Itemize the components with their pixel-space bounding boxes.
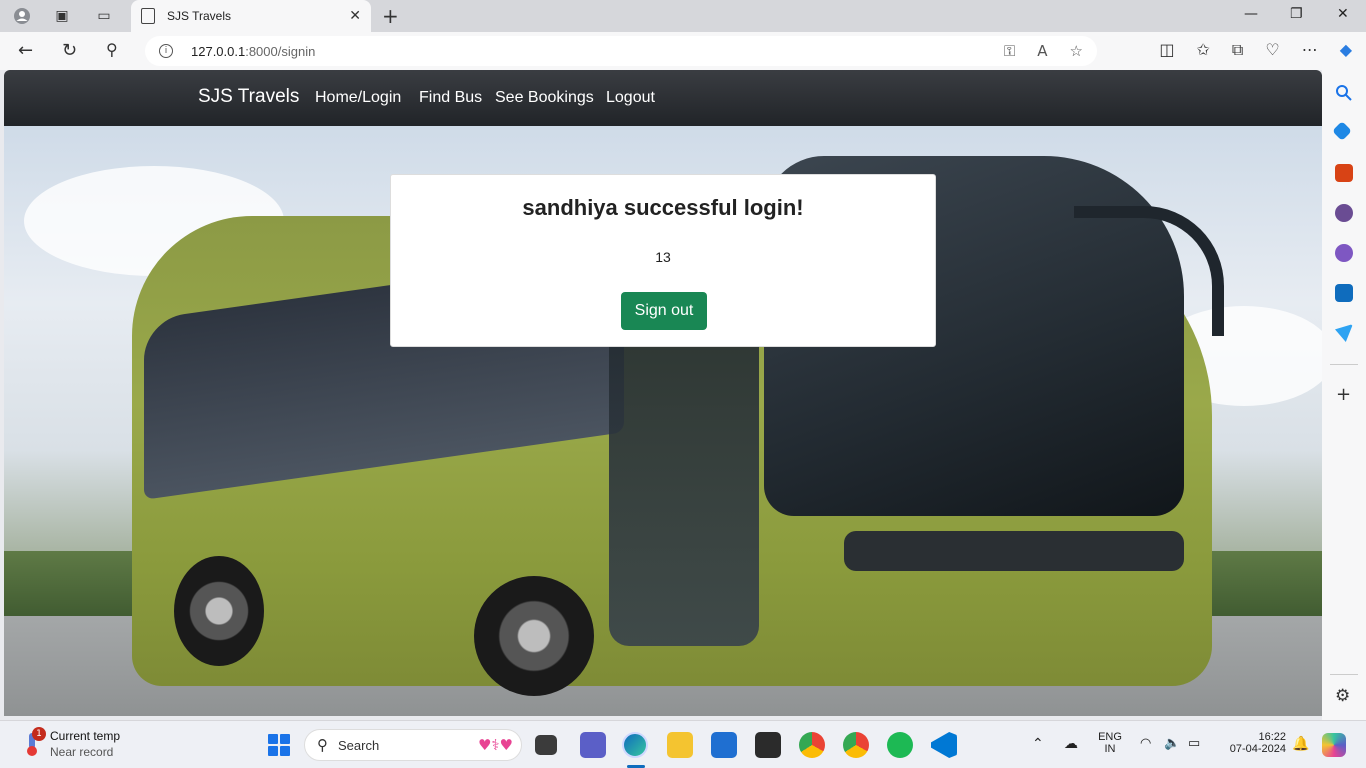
lang-code: ENG bbox=[1098, 731, 1122, 743]
chrome-profile-icon[interactable] bbox=[843, 732, 869, 758]
battery-icon[interactable]: ▭ bbox=[1188, 735, 1200, 751]
tab-actions-icon[interactable]: ▭ bbox=[90, 4, 118, 28]
file-explorer-icon[interactable] bbox=[667, 732, 693, 758]
edge-icon[interactable] bbox=[622, 732, 648, 758]
terminal-icon[interactable] bbox=[755, 732, 781, 758]
favorite-star-icon[interactable]: ☆ bbox=[1070, 42, 1083, 60]
show-hidden-icons[interactable]: ⌃ bbox=[1032, 735, 1044, 752]
browser-tab[interactable]: SJS Travels ✕ bbox=[131, 0, 371, 32]
windows-start-icon[interactable] bbox=[268, 734, 290, 756]
url-host: 127.0.0.1 bbox=[191, 43, 246, 59]
microsoft365-icon[interactable] bbox=[1335, 244, 1353, 262]
games-icon[interactable] bbox=[1335, 204, 1353, 222]
send-icon[interactable] bbox=[1335, 324, 1353, 342]
close-window-icon[interactable]: ✕ bbox=[1337, 6, 1349, 22]
page-icon bbox=[141, 8, 155, 24]
login-message: sandhiya successful login! bbox=[522, 195, 804, 220]
sign-out-button[interactable]: Sign out bbox=[621, 292, 707, 330]
clock-date: 07-04-2024 bbox=[1229, 743, 1286, 755]
collections-icon[interactable]: ⧉ bbox=[1232, 40, 1243, 60]
restore-icon[interactable]: ❐ bbox=[1290, 6, 1303, 22]
read-aloud-icon[interactable]: A bbox=[1037, 42, 1047, 60]
nav-see-bookings[interactable]: See Bookings bbox=[495, 89, 594, 107]
shopping-tag-icon[interactable] bbox=[1332, 121, 1352, 141]
password-key-icon[interactable]: ⚿ bbox=[1004, 42, 1015, 60]
brand-link[interactable]: SJS Travels bbox=[198, 86, 299, 108]
nav-find-bus[interactable]: Find Bus bbox=[419, 89, 482, 107]
weather-alert-badge: 1 bbox=[32, 727, 46, 741]
close-tab-icon[interactable]: ✕ bbox=[349, 8, 361, 24]
url-text: 127.0.0.1:8000/signin bbox=[191, 44, 315, 59]
add-sidebar-app-icon[interactable]: + bbox=[1336, 384, 1351, 405]
sidebar-search-icon[interactable] bbox=[1335, 84, 1353, 102]
outlook-icon[interactable] bbox=[1335, 284, 1353, 302]
user-id-value: 13 bbox=[655, 249, 671, 265]
search-label: Search bbox=[338, 737, 380, 753]
teams-icon[interactable] bbox=[580, 732, 606, 758]
spotify-icon[interactable] bbox=[887, 732, 913, 758]
browser-tab-strip: ▣ ▭ SJS Travels ✕ + — ❐ ✕ bbox=[0, 0, 1366, 32]
onedrive-cloud-icon[interactable]: ☁ bbox=[1064, 735, 1078, 752]
minimize-icon[interactable]: — bbox=[1244, 6, 1258, 22]
site-navbar: SJS Travels Home/Login Find Bus See Book… bbox=[4, 70, 1322, 126]
vscode-icon[interactable] bbox=[931, 732, 957, 758]
page-viewport: SJS Travels Home/Login Find Bus See Book… bbox=[4, 70, 1322, 716]
new-tab-icon[interactable]: + bbox=[382, 4, 399, 28]
language-indicator[interactable]: ENG IN bbox=[1097, 731, 1123, 755]
windows-taskbar: 1 Current temp Near record ⚲ Search ♥⚕♥ … bbox=[0, 720, 1366, 768]
copilot-icon[interactable]: ◆ bbox=[1340, 40, 1352, 60]
favorites-icon[interactable]: ✩ bbox=[1197, 40, 1210, 60]
more-menu-icon[interactable]: ⋯ bbox=[1302, 40, 1318, 60]
workspaces-icon[interactable]: ▣ bbox=[48, 4, 76, 28]
split-screen-icon[interactable]: ◫ bbox=[1159, 40, 1174, 60]
search-icon: ⚲ bbox=[317, 736, 328, 754]
browser-essentials-icon[interactable]: ♡ bbox=[1265, 40, 1279, 60]
tab-title: SJS Travels bbox=[167, 9, 232, 23]
address-bar[interactable]: i 127.0.0.1:8000/signin ⚿ A ☆ bbox=[145, 36, 1097, 66]
sidebar-divider bbox=[1330, 364, 1358, 365]
sidebar-divider-bottom bbox=[1330, 674, 1358, 675]
weather-subtitle: Near record bbox=[50, 745, 114, 759]
lang-region: IN bbox=[1104, 743, 1116, 755]
clock-time: 16:22 bbox=[1258, 731, 1286, 743]
nav-logout[interactable]: Logout bbox=[606, 89, 655, 107]
weather-title[interactable]: Current temp bbox=[50, 729, 120, 743]
login-success-card: sandhiya successful login! 13 Sign out bbox=[390, 174, 936, 347]
task-view-icon[interactable] bbox=[535, 735, 557, 755]
microsoft-store-icon[interactable] bbox=[711, 732, 737, 758]
search-highlight-icon: ♥⚕♥ bbox=[477, 736, 513, 754]
settings-gear-icon[interactable]: ⚙ bbox=[1335, 686, 1350, 706]
site-info-icon[interactable]: i bbox=[159, 44, 173, 58]
refresh-icon[interactable]: ↻ bbox=[62, 40, 77, 61]
tools-briefcase-icon[interactable] bbox=[1335, 164, 1353, 182]
volume-icon[interactable]: 🔈 bbox=[1164, 735, 1180, 751]
back-icon[interactable]: ← bbox=[18, 40, 33, 61]
notification-bell-icon[interactable]: 🔔 bbox=[1292, 735, 1309, 752]
wifi-icon[interactable]: ◠ bbox=[1140, 735, 1151, 751]
chrome-icon[interactable] bbox=[799, 732, 825, 758]
edge-sidebar: + ⚙ bbox=[1322, 70, 1366, 720]
search-icon[interactable]: ⚲ bbox=[106, 40, 118, 59]
copilot-pre-icon[interactable] bbox=[1322, 733, 1346, 757]
clock[interactable]: 16:22 07-04-2024 bbox=[1218, 731, 1286, 755]
taskbar-search[interactable]: ⚲ Search ♥⚕♥ bbox=[304, 729, 522, 761]
browser-toolbar: ← ↻ ⚲ i 127.0.0.1:8000/signin ⚿ A ☆ ◫ ✩ … bbox=[0, 32, 1366, 70]
profile-icon[interactable] bbox=[8, 4, 36, 28]
nav-home-login[interactable]: Home/Login bbox=[315, 89, 401, 107]
url-path: :8000/signin bbox=[245, 43, 316, 59]
